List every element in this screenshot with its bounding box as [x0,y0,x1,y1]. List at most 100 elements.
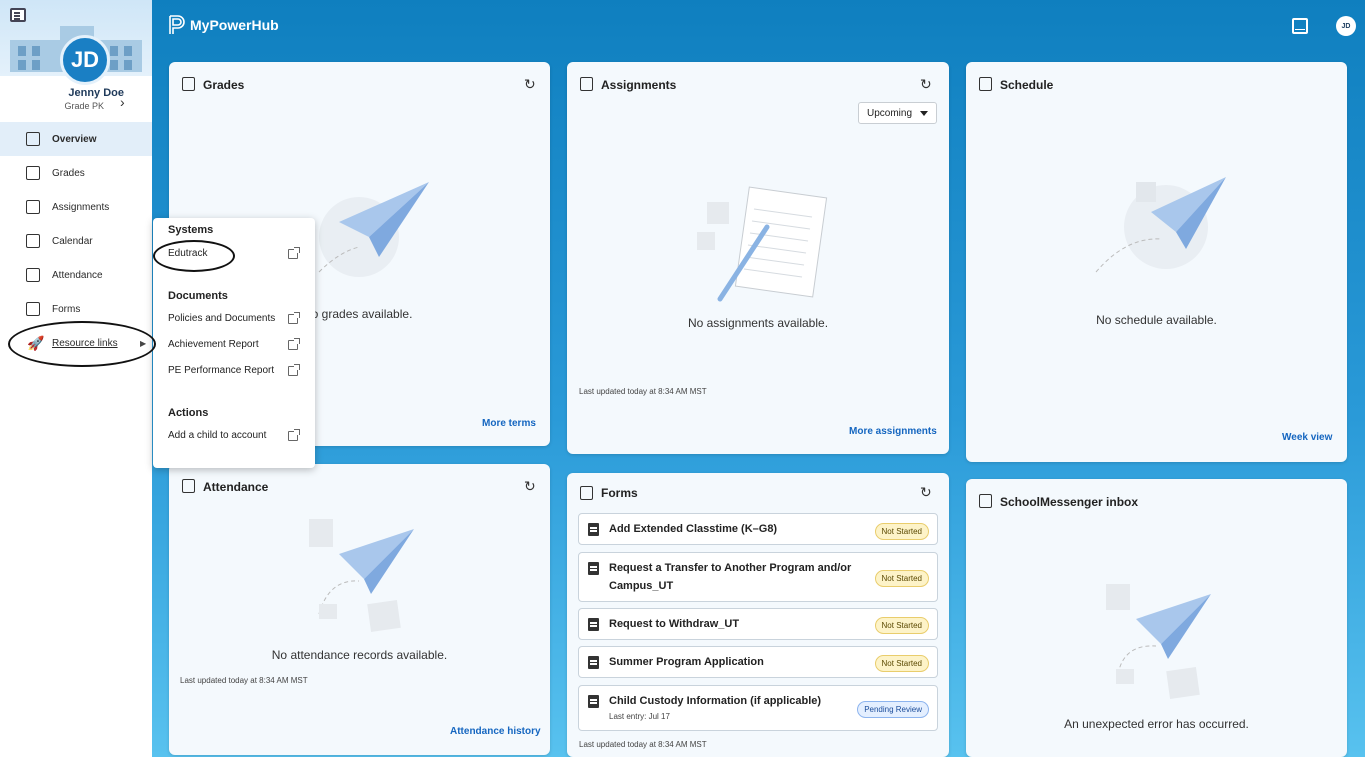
policies-documents-link[interactable]: Policies and Documents [168,313,275,324]
external-link-icon[interactable] [288,338,300,350]
status-badge: Not Started [874,570,929,587]
actions-heading: Actions [168,407,209,419]
main-area: MyPowerHub JD Grades ↻ lo grades availab… [152,0,1365,757]
form-title: Add Extended Classtime (K–G8) [609,523,778,535]
form-title: Request to Withdraw_UT [609,618,740,630]
status-badge: Not Started [874,523,929,540]
sidebar-item-forms[interactable]: Forms [0,292,152,326]
form-document-icon [588,618,599,631]
card-title: Forms [601,486,638,500]
external-link-icon[interactable] [288,364,300,376]
systems-heading: Systems [168,224,214,236]
refresh-icon[interactable]: ↻ [524,478,536,495]
paper-plane-illustration [318,182,429,277]
caret-right-icon: ▶ [140,338,147,348]
refresh-icon[interactable]: ↻ [524,76,536,93]
student-grade: Grade PK [64,101,104,111]
external-link-icon[interactable] [288,247,300,259]
empty-message: No attendance records available. [271,648,448,662]
achievement-report-link[interactable]: Achievement Report [168,339,259,350]
week-view-link[interactable]: Week view [1282,432,1332,443]
more-assignments-link[interactable]: More assignments [849,426,937,437]
assignments-filter-select[interactable]: Upcoming [858,102,937,124]
card-title: Schedule [1000,78,1054,92]
form-row[interactable]: Request to Withdraw_UT Not Started [578,608,938,640]
assignments-icon [26,200,40,214]
sidebar-item-label: Resource links [52,337,118,349]
more-terms-link[interactable]: More terms [482,418,536,429]
last-updated-text: Last updated today at 8:34 AM MST [579,387,707,396]
form-document-icon [588,656,599,669]
student-avatar[interactable]: JD [60,35,110,85]
form-row[interactable]: Request a Transfer to Another Program an… [578,552,938,602]
grades-icon [26,166,40,180]
sidebar-item-resource-links[interactable]: 🚀 Resource links ▶ [0,326,152,360]
powerschool-logo-icon [169,15,185,34]
rocket-icon: 🚀 [27,334,45,351]
status-badge: Not Started [874,617,929,634]
app-title: MyPowerHub [190,17,279,33]
overview-icon [26,132,40,146]
refresh-icon[interactable]: ↻ [920,484,932,501]
paper-plane-illustration [1095,177,1226,273]
pe-performance-report-link[interactable]: PE Performance Report [168,365,274,376]
form-title: Summer Program Application [609,656,764,668]
caret-down-icon [920,111,928,116]
external-link-icon[interactable] [288,429,300,441]
card-title: Attendance [203,480,269,494]
sidebar-item-overview[interactable]: Overview [0,122,152,156]
sidebar-item-assignments[interactable]: Assignments [0,190,152,224]
form-row[interactable]: Child Custody Information (if applicable… [578,685,938,731]
sidebar-item-attendance[interactable]: Attendance [0,258,152,292]
user-avatar[interactable]: JD [1336,16,1356,36]
status-badge: Not Started [874,655,929,672]
notebook-illustration [697,186,828,302]
forms-icon [26,302,40,316]
inbox-icon [979,494,992,508]
last-updated-text: Last updated today at 8:34 AM MST [180,676,308,685]
schedule-card: Schedule No schedule available. Week vie… [966,62,1347,462]
form-title-line2: Campus_UT [609,580,674,592]
form-row[interactable]: Summer Program Application Not Started [578,646,938,678]
sidebar-nav: Overview Grades Assignments Calendar Att… [0,122,152,360]
forms-icon [580,486,593,500]
card-title: SchoolMessenger inbox [1000,495,1139,509]
collapse-menu-icon[interactable] [10,8,26,22]
sidebar-item-grades[interactable]: Grades [0,156,152,190]
assignments-icon [580,77,593,91]
attendance-card: Attendance ↻ No attendance records avail… [169,464,550,755]
external-link-icon[interactable] [288,312,300,324]
error-message: An unexpected error has occurred. [1064,717,1249,731]
form-document-icon [588,523,599,536]
attendance-history-link[interactable]: Attendance history [450,726,541,737]
sidebar-item-calendar[interactable]: Calendar [0,224,152,258]
inbox-icon[interactable] [1292,18,1308,34]
card-title: Assignments [601,78,677,92]
sidebar-item-label: Grades [52,167,85,179]
empty-message: No schedule available. [1096,313,1217,327]
status-badge: Pending Review [857,701,929,718]
schedule-icon [979,77,992,91]
refresh-icon[interactable]: ↻ [920,76,932,93]
sidebar-item-label: Attendance [52,269,103,281]
chevron-right-icon[interactable]: › [120,94,125,110]
paper-plane-illustration [309,519,414,632]
form-document-icon [588,562,599,575]
empty-message: No assignments available. [687,316,829,330]
form-title: Request a Transfer to Another Program an… [609,562,852,574]
form-row[interactable]: Add Extended Classtime (K–G8) Not Starte… [578,513,938,545]
student-name[interactable]: Jenny Doe [0,87,124,99]
topbar: MyPowerHub JD [152,0,1365,54]
sidebar: JD Jenny Doe Grade PK › Overview Grades … [0,0,152,757]
empty-message: lo grades available. [309,307,413,321]
sidebar-item-label: Forms [52,303,81,315]
forms-card: Forms ↻ Add Extended Classtime (K–G8) No… [567,473,949,757]
paper-plane-illustration [1106,584,1211,699]
add-child-link[interactable]: Add a child to account [168,430,266,441]
form-last-entry: Last entry: Jul 17 [609,712,670,721]
calendar-icon [26,234,40,248]
attendance-icon [26,268,40,282]
edutrack-link[interactable]: Edutrack [168,248,207,259]
card-title: Grades [203,78,245,92]
form-document-icon [588,695,599,708]
